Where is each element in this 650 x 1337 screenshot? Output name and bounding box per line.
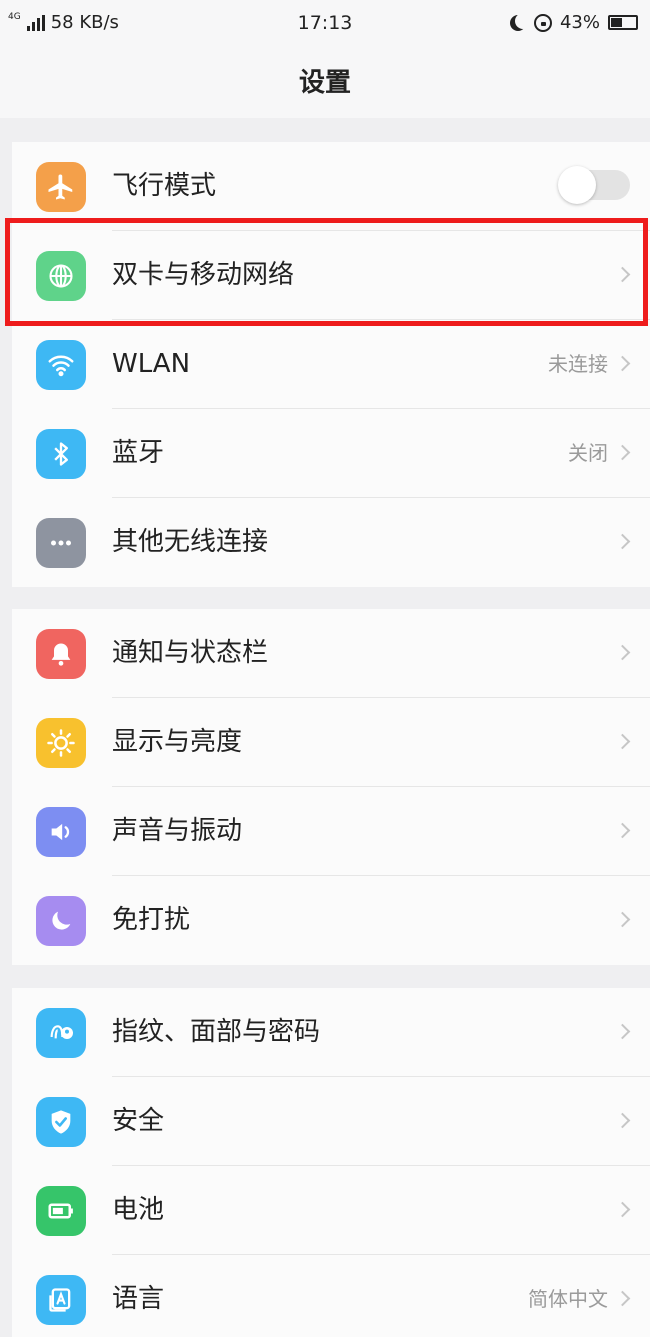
wifi-icon: [36, 340, 86, 390]
settings-group-display: 通知与状态栏 显示与亮度 声音与振动 免打扰: [12, 609, 650, 965]
airplane-mode-toggle[interactable]: [558, 166, 630, 204]
more-dots-icon: [36, 518, 86, 568]
display-label: 显示与亮度: [112, 727, 243, 757]
bluetooth-label: 蓝牙: [112, 438, 165, 468]
sound-label: 声音与振动: [112, 816, 243, 846]
battery-status-icon: [608, 15, 638, 30]
chevron-right-icon: [614, 733, 631, 750]
settings-group-security: 指纹、面部与密码 安全 电池 语言 简体中文: [12, 988, 650, 1337]
display-row[interactable]: 显示与亮度: [12, 698, 650, 787]
page-title: 设置: [298, 68, 351, 98]
other-wireless-label: 其他无线连接: [112, 527, 269, 557]
notification-row[interactable]: 通知与状态栏: [12, 609, 650, 698]
bluetooth-icon: [36, 429, 86, 479]
language-icon: [36, 1275, 86, 1325]
wlan-status: 未连接: [548, 352, 608, 376]
other-wireless-row[interactable]: 其他无线连接: [12, 498, 650, 587]
battery-percent: 43%: [559, 12, 600, 33]
wlan-label: WLAN: [112, 349, 191, 379]
chevron-right-icon: [614, 1112, 631, 1129]
battery-label: 电池: [112, 1195, 165, 1225]
chevron-right-icon: [614, 533, 631, 550]
security-row[interactable]: 安全: [12, 1077, 650, 1166]
shield-icon: [36, 1097, 86, 1147]
chevron-right-icon: [614, 1201, 631, 1218]
language-label: 语言: [112, 1284, 165, 1314]
bell-icon: [36, 629, 86, 679]
airplane-icon: [36, 162, 86, 212]
top-bar: 4G 58 KB/s 17:13 43% 设置: [0, 0, 650, 118]
dual-sim-network-label: 双卡与移动网络: [112, 260, 295, 290]
fingerprint-face-password-label: 指纹、面部与密码: [112, 1017, 321, 1047]
wlan-row[interactable]: WLAN 未连接: [12, 320, 650, 409]
chevron-right-icon: [614, 644, 631, 661]
settings-group-connectivity: 飞行模式 双卡与移动网络 WLAN 未连接 蓝牙 关闭 其他无线连接: [12, 142, 650, 587]
globe-icon: [36, 251, 86, 301]
security-label: 安全: [112, 1106, 165, 1136]
chevron-right-icon: [614, 355, 631, 372]
moon-icon: [515, 13, 531, 29]
do-not-disturb-label: 免打扰: [112, 905, 191, 935]
notification-label: 通知与状态栏: [112, 638, 269, 668]
battery-row[interactable]: 电池: [12, 1166, 650, 1255]
speaker-icon: [36, 807, 86, 857]
chevron-right-icon: [614, 911, 631, 928]
bluetooth-status: 关闭: [568, 441, 608, 465]
fingerprint-face-icon: [36, 1008, 86, 1058]
sun-icon: [36, 718, 86, 768]
do-not-disturb-row[interactable]: 免打扰: [12, 876, 650, 965]
fingerprint-face-password-row[interactable]: 指纹、面部与密码: [12, 988, 650, 1077]
battery-icon: [36, 1186, 86, 1236]
status-bar: 4G 58 KB/s 17:13 43%: [0, 0, 650, 48]
chevron-right-icon: [614, 1290, 631, 1307]
chevron-right-icon: [614, 1023, 631, 1040]
language-value: 简体中文: [528, 1287, 608, 1311]
rotation-lock-icon: [533, 13, 552, 32]
sound-row[interactable]: 声音与振动: [12, 787, 650, 876]
bluetooth-row[interactable]: 蓝牙 关闭: [12, 409, 650, 498]
chevron-right-icon: [614, 266, 631, 283]
chevron-right-icon: [614, 822, 631, 839]
language-row[interactable]: 语言 简体中文: [12, 1255, 650, 1337]
moon-icon: [36, 896, 86, 946]
airplane-mode-row[interactable]: 飞行模式: [12, 142, 650, 231]
airplane-mode-label: 飞行模式: [112, 171, 217, 201]
dual-sim-network-row[interactable]: 双卡与移动网络: [12, 231, 650, 320]
chevron-right-icon: [614, 444, 631, 461]
